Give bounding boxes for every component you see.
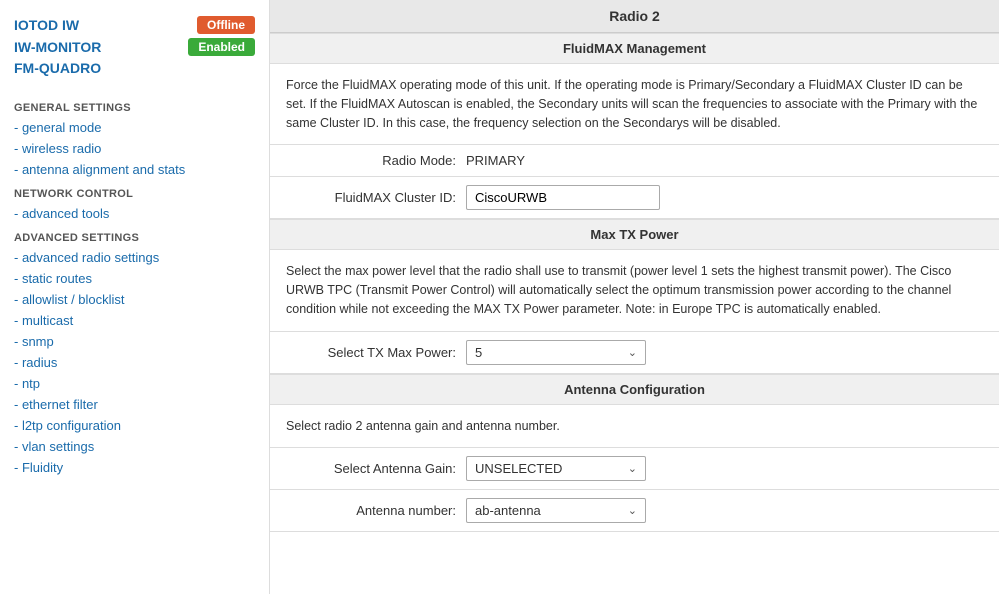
antenna-number-dropdown[interactable]: ab-antenna ⌄: [466, 498, 646, 523]
iotod-iw-row: IOTOD IW Offline: [14, 16, 255, 34]
sidebar-item-allowlist-blocklist[interactable]: - allowlist / blocklist: [0, 289, 269, 310]
max-tx-power-header: Max TX Power: [270, 219, 999, 250]
fluidmax-cluster-id-label: FluidMAX Cluster ID:: [286, 190, 456, 205]
chevron-down-icon-3: ⌄: [628, 504, 637, 517]
section-label-network-control: NETWORK CONTROL: [0, 180, 269, 203]
chevron-down-icon-2: ⌄: [628, 462, 637, 475]
section-label-general-settings: GENERAL SETTINGS: [0, 94, 269, 117]
sidebar-item-snmp[interactable]: - snmp: [0, 331, 269, 352]
sidebar-item-fluidity[interactable]: - Fluidity: [0, 457, 269, 478]
radio-mode-label: Radio Mode:: [286, 153, 456, 168]
fm-quadro-row: FM-QUADRO: [14, 60, 255, 76]
select-tx-max-power-label: Select TX Max Power:: [286, 345, 456, 360]
fluidmax-management-header: FluidMAX Management: [270, 33, 999, 64]
max-tx-power-description: Select the max power level that the radi…: [270, 250, 999, 330]
iw-monitor-row: IW-MONITOR Enabled: [14, 38, 255, 56]
sidebar: IOTOD IW Offline IW-MONITOR Enabled FM-Q…: [0, 0, 270, 594]
iw-monitor-badge: Enabled: [188, 38, 255, 56]
chevron-down-icon: ⌄: [628, 346, 637, 359]
select-antenna-gain-dropdown[interactable]: UNSELECTED ⌄: [466, 456, 646, 481]
main-content: Radio 2 FluidMAX Management Force the Fl…: [270, 0, 999, 594]
sidebar-item-ntp[interactable]: - ntp: [0, 373, 269, 394]
select-antenna-gain-label: Select Antenna Gain:: [286, 461, 456, 476]
sidebar-item-radius[interactable]: - radius: [0, 352, 269, 373]
sidebar-item-multicast[interactable]: - multicast: [0, 310, 269, 331]
radio-mode-value: PRIMARY: [466, 153, 525, 168]
select-tx-max-power-row: Select TX Max Power: 5 ⌄: [270, 332, 999, 373]
fluidmax-cluster-id-row: FluidMAX Cluster ID:: [270, 177, 999, 218]
sidebar-item-antenna-alignment[interactable]: - antenna alignment and stats: [0, 159, 269, 180]
iw-monitor-link[interactable]: IW-MONITOR: [14, 39, 101, 55]
sidebar-item-l2tp-configuration[interactable]: - l2tp configuration: [0, 415, 269, 436]
sidebar-item-static-routes[interactable]: - static routes: [0, 268, 269, 289]
antenna-configuration-description: Select radio 2 antenna gain and antenna …: [270, 405, 999, 448]
section-label-advanced-settings: ADVANCED SETTINGS: [0, 224, 269, 247]
radio-mode-row: Radio Mode: PRIMARY: [270, 145, 999, 176]
sidebar-item-advanced-tools[interactable]: - advanced tools: [0, 203, 269, 224]
fluidmax-management-description: Force the FluidMAX operating mode of thi…: [270, 64, 999, 144]
select-antenna-gain-row: Select Antenna Gain: UNSELECTED ⌄: [270, 448, 999, 489]
select-tx-max-power-dropdown[interactable]: 5 ⌄: [466, 340, 646, 365]
antenna-number-value: ab-antenna: [475, 503, 541, 518]
page-title: Radio 2: [270, 0, 999, 33]
sidebar-item-advanced-radio-settings[interactable]: - advanced radio settings: [0, 247, 269, 268]
fm-quadro-link[interactable]: FM-QUADRO: [14, 60, 101, 76]
divider-8: [270, 531, 999, 532]
iotod-iw-link[interactable]: IOTOD IW: [14, 17, 79, 33]
fluidmax-cluster-id-input[interactable]: [466, 185, 660, 210]
sidebar-item-general-mode[interactable]: - general mode: [0, 117, 269, 138]
antenna-number-label: Antenna number:: [286, 503, 456, 518]
iotod-iw-badge: Offline: [197, 16, 255, 34]
sidebar-item-vlan-settings[interactable]: - vlan settings: [0, 436, 269, 457]
antenna-number-row: Antenna number: ab-antenna ⌄: [270, 490, 999, 531]
sidebar-top-links: IOTOD IW Offline IW-MONITOR Enabled FM-Q…: [14, 16, 255, 76]
select-tx-max-power-value: 5: [475, 345, 482, 360]
sidebar-item-wireless-radio[interactable]: - wireless radio: [0, 138, 269, 159]
sidebar-top: IOTOD IW Offline IW-MONITOR Enabled FM-Q…: [0, 12, 269, 94]
sidebar-item-ethernet-filter[interactable]: - ethernet filter: [0, 394, 269, 415]
select-antenna-gain-value: UNSELECTED: [475, 461, 562, 476]
antenna-configuration-header: Antenna Configuration: [270, 374, 999, 405]
